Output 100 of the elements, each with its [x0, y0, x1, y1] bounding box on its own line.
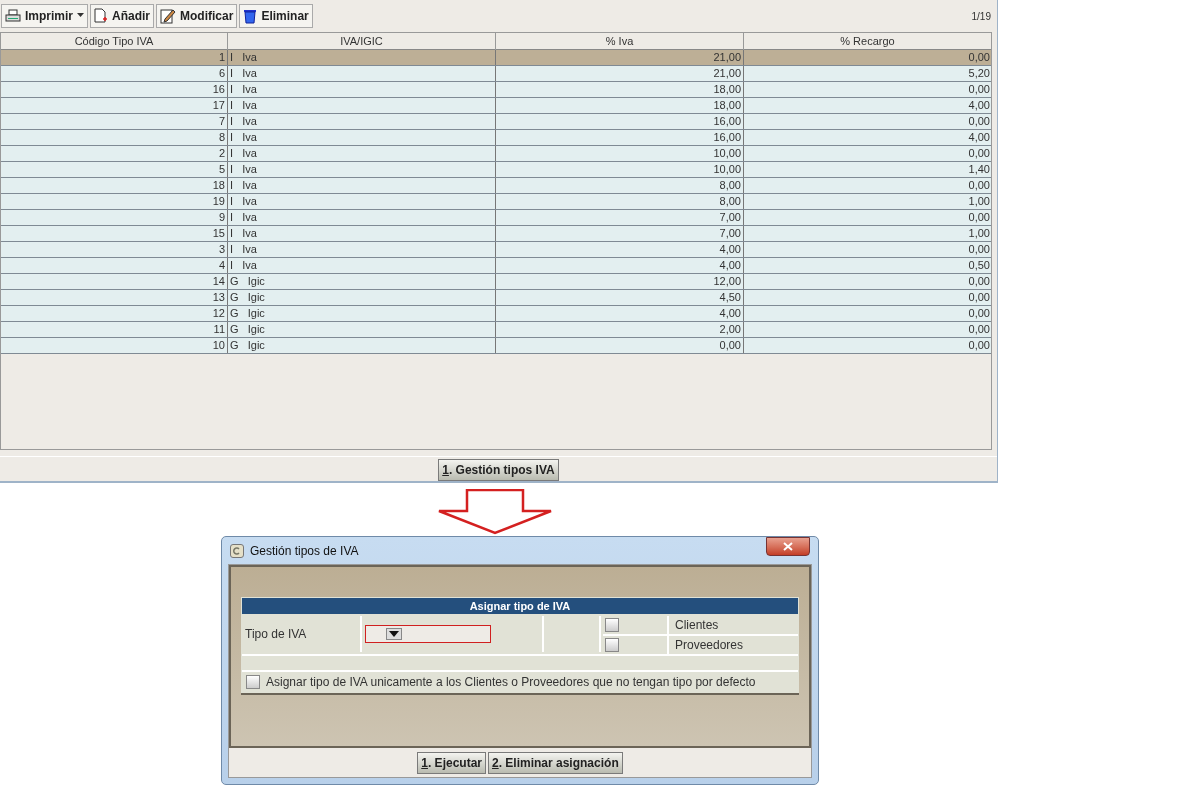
table-cell: 7,00	[496, 209, 744, 225]
section-header: Asignar tipo de IVA	[242, 598, 798, 614]
table-cell-text: 0,00	[967, 177, 991, 193]
table-cell: 19	[1, 193, 228, 209]
table-cell: 4,50	[496, 289, 744, 305]
table-cell: 16,00	[496, 113, 744, 129]
table-cell: 16,00	[496, 129, 744, 145]
table-cell: 0,00	[496, 337, 744, 353]
table-cell-text: 1,00	[967, 193, 991, 209]
table-cell: 10,00	[496, 161, 744, 177]
table-cell-text: 0,00	[967, 273, 991, 289]
toolbar-button[interactable]: Imprimir	[1, 3, 88, 28]
table-cell: 18,00	[496, 97, 744, 113]
table-cell-text: 4,00	[967, 97, 991, 113]
table-cell: G Igic	[228, 289, 496, 305]
dialog-title: Gestión tipos de IVA	[250, 542, 359, 560]
column-header: % Recargo	[744, 32, 992, 50]
table-cell-text: 0,00	[967, 113, 991, 129]
toolbar-button[interactable]: Modificar	[156, 3, 238, 28]
table-cell: 9	[1, 209, 228, 225]
column-header: % Iva	[496, 32, 744, 50]
table-cell-text: 0,00	[967, 145, 991, 161]
table-cell: I Iva	[228, 193, 496, 209]
trash-icon	[243, 7, 258, 24]
table-cell-text: 0,00	[967, 289, 991, 305]
record-counter: 1/19	[971, 10, 991, 25]
checkbox[interactable]	[605, 618, 619, 632]
checkbox-label: Proveedores	[674, 637, 744, 654]
table-cell: 1	[1, 49, 228, 65]
table-cell: I Iva	[228, 145, 496, 161]
table-cell: 21,00	[496, 49, 744, 65]
table-cell: 4	[1, 257, 228, 273]
table-cell: 8	[1, 129, 228, 145]
dropdown-caret-icon	[77, 13, 84, 19]
table-cell: G Igic	[228, 337, 496, 353]
table-cell: 11	[1, 321, 228, 337]
table-cell: I Iva	[228, 129, 496, 145]
toolbar-button[interactable]: Añadir	[90, 3, 155, 28]
table-cell-text: 1,40	[967, 161, 991, 177]
down-arrow-icon	[437, 489, 553, 535]
table-cell: 7,00	[496, 225, 744, 241]
checkbox-label: Clientes	[674, 617, 719, 634]
checkbox-label: Asignar tipo de IVA unicamente a los Clientes o Proveedores que no tengan tipo por defecto	[266, 674, 756, 691]
table-cell: 17	[1, 97, 228, 113]
table-cell: I Iva	[228, 241, 496, 257]
table-cell: 12	[1, 305, 228, 321]
table-cell: 14	[1, 273, 228, 289]
close-button[interactable]	[766, 537, 810, 556]
table-cell: 2	[1, 145, 228, 161]
table-cell: I Iva	[228, 81, 496, 97]
column-header: IVA/IGIC	[228, 32, 496, 50]
table-cell: 10,00	[496, 145, 744, 161]
table-cell: G Igic	[228, 305, 496, 321]
table-cell-text: 0,50	[967, 257, 991, 273]
table-cell: 18	[1, 177, 228, 193]
checkbox[interactable]	[605, 638, 619, 652]
table-cell: I Iva	[228, 161, 496, 177]
checkbox[interactable]	[246, 675, 260, 689]
table-cell: I Iva	[228, 225, 496, 241]
printer-icon	[5, 8, 21, 23]
table-cell: 4,00	[496, 257, 744, 273]
table-cell: 7	[1, 113, 228, 129]
table-cell: 4,00	[496, 241, 744, 257]
table-cell: 5	[1, 161, 228, 177]
table-cell-text: 0,00	[967, 241, 991, 257]
table-cell: 3	[1, 241, 228, 257]
table-cell: 6	[1, 65, 228, 81]
table-cell: 10	[1, 337, 228, 353]
table-cell-text: 0,00	[967, 209, 991, 225]
table-cell-text: 0,00	[967, 49, 991, 65]
table-cell: I Iva	[228, 65, 496, 81]
table-cell: 13	[1, 289, 228, 305]
table-cell: I Iva	[228, 209, 496, 225]
dialog-button[interactable]: 2. Eliminar asignación	[488, 751, 623, 774]
table-cell: I Iva	[228, 177, 496, 193]
table-cell: 16	[1, 81, 228, 97]
toolbar-button[interactable]: Eliminar	[239, 3, 313, 28]
table-cell: 8,00	[496, 177, 744, 193]
table-cell: 18,00	[496, 81, 744, 97]
dialog-button[interactable]: 1. Ejecutar	[417, 751, 486, 774]
column-header: Código Tipo IVA	[1, 32, 228, 50]
table-cell: 2,00	[496, 321, 744, 337]
table-cell: I Iva	[228, 49, 496, 65]
table-cell: 4,00	[496, 305, 744, 321]
table-cell-text: 5,20	[967, 65, 991, 81]
gestion-button[interactable]: 1. Gestión tipos IVA	[438, 459, 559, 481]
table-cell: 12,00	[496, 273, 744, 289]
close-icon	[783, 542, 793, 551]
dropdown-arrow-icon	[386, 628, 402, 640]
table-cell-text: 0,00	[967, 305, 991, 321]
field-label: Tipo de IVA	[242, 616, 362, 652]
type-dropdown[interactable]	[365, 625, 491, 643]
table-cell: I Iva	[228, 257, 496, 273]
table-cell: G Igic	[228, 273, 496, 289]
table-cell-text: 0,00	[967, 337, 991, 353]
table-cell: G Igic	[228, 321, 496, 337]
app-logo-icon	[230, 543, 244, 558]
table-cell-text: 0,00	[967, 321, 991, 337]
pencil-document-icon	[160, 7, 177, 24]
table-cell-text: 4,00	[967, 129, 991, 145]
